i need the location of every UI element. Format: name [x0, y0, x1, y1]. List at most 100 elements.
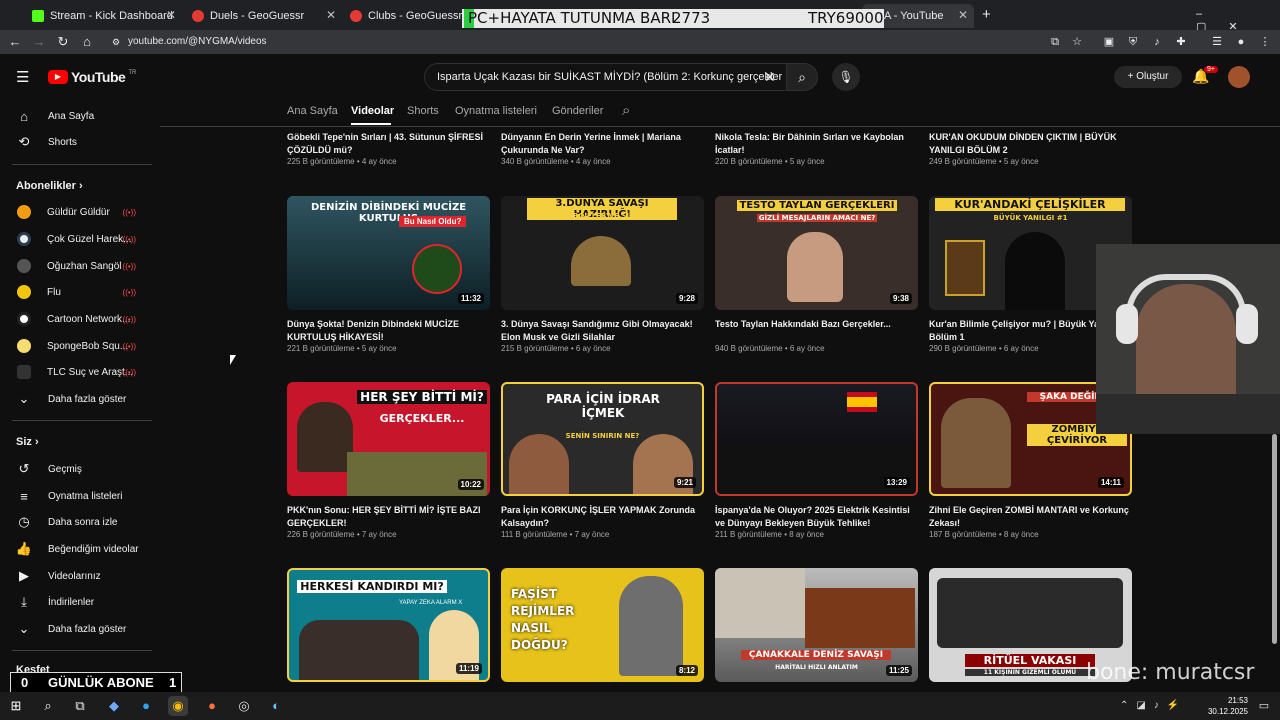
windows-start-icon[interactable]: ⊞ — [6, 696, 26, 716]
sidebar-show-more[interactable]: ⌄ Daha fazla göster — [0, 386, 152, 412]
reload-icon[interactable]: ↻ — [54, 33, 72, 51]
video-thumbnail[interactable]: HERKESİ KANDIRDI MI? YAPAY ZEKA ALARM X … — [287, 568, 490, 682]
video-title[interactable]: Para İçin KORKUNÇ İŞLER YAPMAK Zorunda K… — [501, 504, 701, 530]
video-thumbnail[interactable]: HER ŞEY BİTTİ Mİ? GERÇEKLER... 10:22 — [287, 382, 490, 496]
steam-icon[interactable]: ◐ — [266, 696, 286, 716]
sidebar-sub-cok-guzel[interactable]: Çok Güzel Harek... ((•)) — [0, 226, 152, 252]
tab-kick-dashboard[interactable]: Stream - Kick Dashboard ✕ — [24, 4, 182, 28]
hamburger-menu-icon[interactable]: ☰ — [16, 68, 29, 86]
extension-icon[interactable]: ▣ — [1100, 33, 1118, 51]
search-button[interactable]: ⌕ — [786, 63, 818, 91]
chrome-icon[interactable]: ◉ — [168, 696, 188, 716]
back-arrow-icon[interactable]: ← — [6, 33, 24, 51]
video-thumbnail[interactable]: FAŞİST REJİMLER NASIL DOĞDU? 8:12 — [501, 568, 704, 682]
obs-icon[interactable]: ◎ — [234, 696, 254, 716]
video-card[interactable]: PARA İÇİN İDRAR İÇMEK SENİN SINIRIN NE? … — [501, 382, 704, 539]
edge-icon[interactable]: ● — [136, 696, 156, 716]
sidebar-item-history[interactable]: ↺ Geçmiş — [0, 456, 152, 482]
video-card[interactable]: Nikola Tesla: Bir Dâhinin Sırları ve Kay… — [715, 131, 915, 166]
clear-search-icon[interactable]: ✕ — [764, 69, 776, 86]
sidebar-sub-cartoon[interactable]: Cartoon Network... ((•)) — [0, 306, 152, 332]
sidebar-item-liked[interactable]: 👍 Beğendiğim videolar — [0, 536, 152, 562]
cast-icon[interactable]: ⧉ — [1046, 33, 1064, 51]
video-card[interactable]: FAŞİST REJİMLER NASIL DOĞDU? 8:12 — [501, 568, 704, 682]
copilot-icon[interactable]: ◆ — [104, 696, 124, 716]
sidebar-item-watch-later[interactable]: ◷ Daha sonra izle — [0, 509, 152, 535]
video-title[interactable]: Dünyanın En Derin Yerine İnmek | Mariana… — [501, 131, 701, 157]
new-tab-button[interactable]: + — [982, 6, 991, 23]
tab-playlists[interactable]: Oynatma listeleri — [455, 105, 537, 117]
video-card[interactable]: HERKESİ KANDIRDI MI? YAPAY ZEKA ALARM X … — [287, 568, 490, 682]
video-card[interactable]: 3.DÜNYA SAVAŞI HAZIRLIĞI GİZLİ PROJELER … — [501, 196, 704, 353]
video-title[interactable]: Testo Taylan Hakkındaki Bazı Gerçekler..… — [715, 318, 915, 344]
sidebar-sub-guldur[interactable]: Güldür Güldür ((•)) — [0, 199, 152, 225]
video-title[interactable]: Dünya Şokta! Denizin Dibindeki MUCİZE KU… — [287, 318, 487, 344]
tab-shorts[interactable]: Shorts — [407, 105, 439, 117]
video-thumbnail[interactable]: 3.DÜNYA SAVAŞI HAZIRLIĞI GİZLİ PROJELER … — [501, 196, 704, 310]
audio-icon[interactable]: ♪ — [1148, 33, 1166, 51]
profile-icon[interactable]: ● — [1232, 33, 1250, 51]
shield-icon[interactable]: ⛨ — [1124, 33, 1142, 51]
bookmark-star-icon[interactable]: ☆ — [1068, 33, 1086, 51]
you-header[interactable]: Siz › — [16, 436, 39, 448]
video-card[interactable]: DENİZİN DİBİNDEKİ MUCİZE KURTULUŞ Bu Nas… — [287, 196, 490, 353]
sidebar-item-downloads[interactable]: ⤓ İndirilenler — [0, 589, 152, 615]
video-card[interactable]: KUR'AN OKUDUM DİNDEN ÇIKTIM | BÜYÜK YANI… — [929, 131, 1129, 166]
tab-home[interactable]: Ana Sayfa — [287, 105, 338, 117]
sidebar-sub-spongebob[interactable]: SpongeBob Squ... ((•)) — [0, 333, 152, 359]
system-tray-icons[interactable]: ⌃◪♪⚡ — [1120, 700, 1187, 711]
page-scrollbar[interactable] — [1272, 434, 1277, 644]
sidebar-sub-oguzhan[interactable]: Oğuzhan Sangöl ((•)) — [0, 253, 152, 279]
video-thumbnail[interactable]: DENİZİN DİBİNDEKİ MUCİZE KURTULUŞ Bu Nas… — [287, 196, 490, 310]
video-title[interactable]: İspanya'da Ne Oluyor? 2025 Elektrik Kesi… — [715, 504, 915, 530]
firefox-icon[interactable]: ● — [202, 696, 222, 716]
search-input[interactable]: Isparta Uçak Kazası bir SUİKAST MİYDİ? (… — [424, 63, 788, 91]
video-card[interactable]: 13:29 İspanya'da Ne Oluyor? 2025 Elektri… — [715, 382, 918, 539]
video-thumbnail[interactable]: PARA İÇİN İDRAR İÇMEK SENİN SINIRIN NE? … — [501, 382, 704, 496]
youtube-logo[interactable]: ▶ YouTube TR — [48, 69, 136, 85]
video-card[interactable]: Göbekli Tepe'nin Sırları | 43. Sütunun Ş… — [287, 131, 487, 166]
video-thumbnail[interactable]: TESTO TAYLAN GERÇEKLERİ GİZLİ MESAJLARIN… — [715, 196, 918, 310]
sidebar-sub-flu[interactable]: Flu ((•)) — [0, 279, 152, 305]
sidebar-show-more-2[interactable]: ⌄ Daha fazla göster — [0, 616, 152, 642]
close-icon[interactable]: ✕ — [326, 8, 336, 22]
avatar[interactable] — [1228, 66, 1250, 88]
close-icon[interactable]: ✕ — [166, 8, 176, 22]
video-title[interactable]: Nikola Tesla: Bir Dâhinin Sırları ve Kay… — [715, 131, 915, 157]
tab-duels-geoguessr[interactable]: Duels - GeoGuessr ✕ — [184, 4, 342, 28]
create-button[interactable]: + Oluştur — [1114, 66, 1182, 88]
url-field[interactable]: ⚙ youtube.com/@NYGMA/videos — [110, 33, 1030, 51]
subscriptions-header[interactable]: Abonelikler › — [16, 180, 83, 192]
puzzle-icon[interactable]: ✚ — [1172, 33, 1190, 51]
sidebar-item-home[interactable]: ⌂ Ana Sayfa — [0, 103, 152, 129]
sidebar-item-shorts[interactable]: ⟲ Shorts — [0, 129, 152, 155]
menu-dots-icon[interactable]: ⋮ — [1256, 33, 1274, 51]
video-title[interactable]: 3. Dünya Savaşı Sandığımız Gibi Olmayaca… — [501, 318, 701, 344]
site-info-icon[interactable]: ⚙ — [112, 33, 120, 51]
channel-search-icon[interactable]: ⌕ — [622, 102, 630, 119]
search-icon[interactable]: ⌕ — [38, 696, 58, 716]
video-thumbnail[interactable]: 13:29 — [715, 382, 918, 496]
video-card[interactable]: Dünyanın En Derin Yerine İnmek | Mariana… — [501, 131, 701, 166]
sidebar-item-your-videos[interactable]: ▶ Videolarınız — [0, 563, 152, 589]
video-card[interactable]: TESTO TAYLAN GERÇEKLERİ GİZLİ MESAJLARIN… — [715, 196, 918, 353]
tab-videos[interactable]: Videolar — [351, 105, 394, 117]
video-title[interactable]: KUR'AN OKUDUM DİNDEN ÇIKTIM | BÜYÜK YANI… — [929, 131, 1129, 157]
sidebar-icon[interactable]: ☰ — [1208, 33, 1226, 51]
notification-icon[interactable]: ▭ — [1254, 696, 1274, 716]
clock[interactable]: 21:53 30.12.2025 — [1200, 695, 1248, 717]
tab-posts[interactable]: Gönderiler — [552, 105, 603, 117]
voice-search-button[interactable]: 🎙 — [832, 63, 860, 91]
video-card[interactable]: ÇANAKKALE DENİZ SAVAŞI HARİTALI HIZLI AN… — [715, 568, 918, 682]
sidebar-item-playlists[interactable]: ≡ Oynatma listeleri — [0, 483, 152, 509]
task-view-icon[interactable]: ⧉ — [70, 696, 90, 716]
video-title[interactable]: Göbekli Tepe'nin Sırları | 43. Sütunun Ş… — [287, 131, 487, 157]
video-title[interactable]: Zihni Ele Geçiren ZOMBİ MANTARI ve Korku… — [929, 504, 1129, 530]
video-title[interactable]: PKK'nın Sonu: HER ŞEY BİTTİ Mİ? İŞTE BAZ… — [287, 504, 487, 530]
video-thumbnail[interactable]: ÇANAKKALE DENİZ SAVAŞI HARİTALI HIZLI AN… — [715, 568, 918, 682]
home-icon[interactable]: ⌂ — [78, 33, 96, 51]
close-icon[interactable]: ✕ — [958, 8, 968, 22]
sidebar-sub-tlc[interactable]: TLC Suç ve Araşt... ((•)) — [0, 359, 152, 385]
forward-arrow-icon[interactable]: → — [30, 33, 48, 51]
video-card[interactable]: HER ŞEY BİTTİ Mİ? GERÇEKLER... 10:22 PKK… — [287, 382, 490, 539]
